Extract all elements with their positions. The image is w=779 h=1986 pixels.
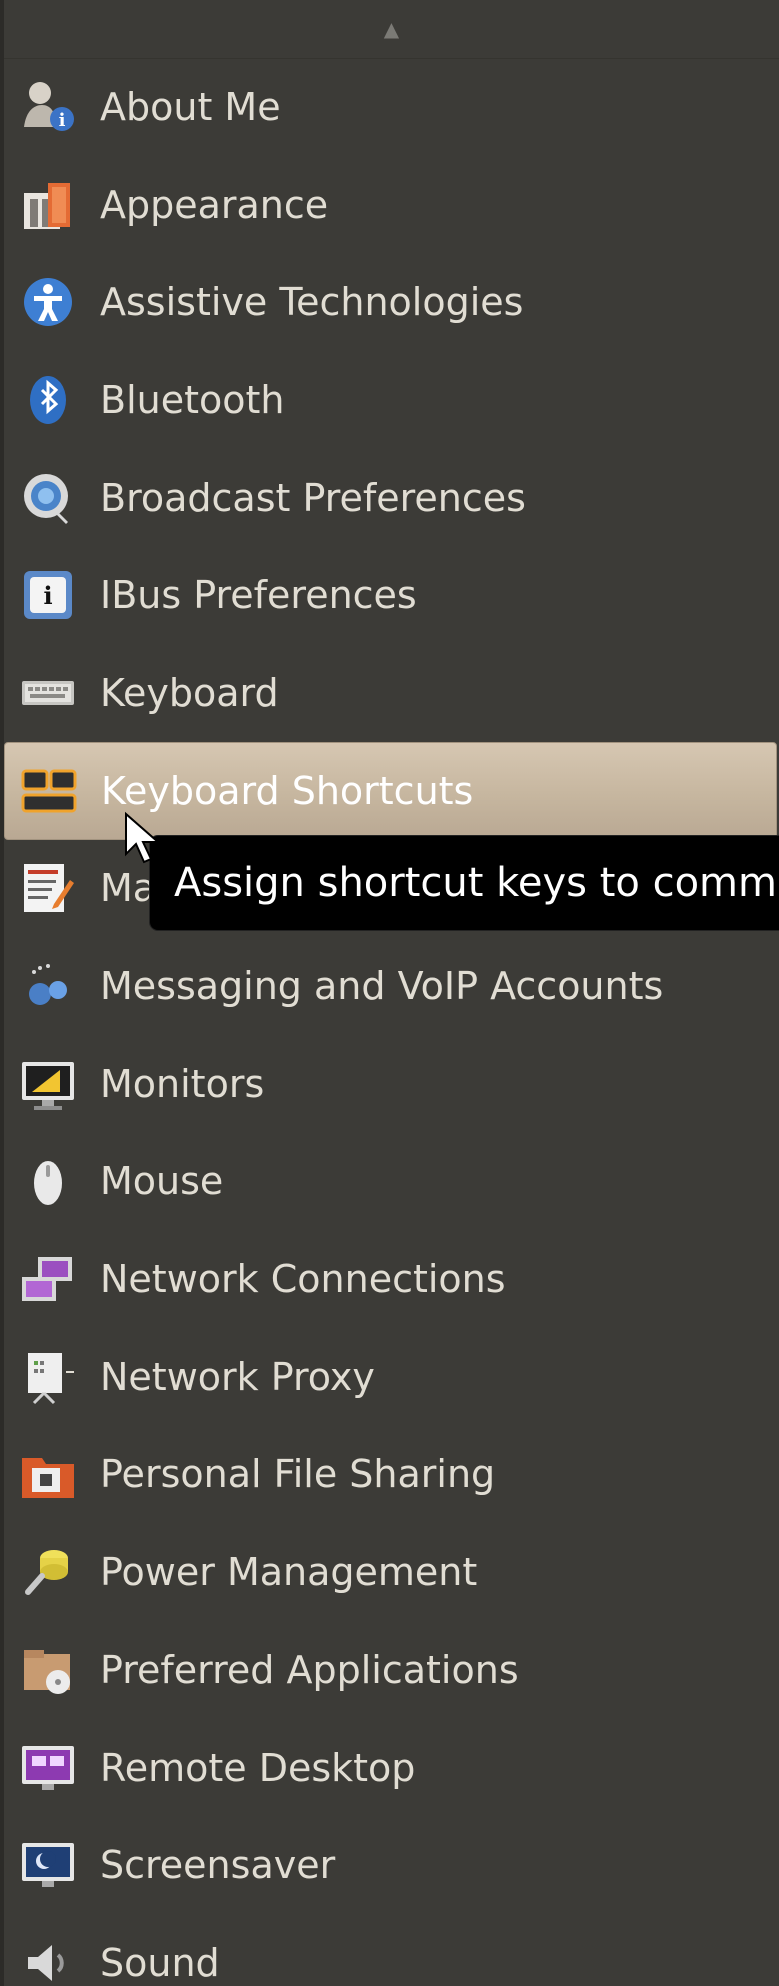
bluetooth-icon <box>16 368 80 432</box>
menu-item-label: Keyboard <box>100 670 279 715</box>
remote-desktop-icon <box>16 1736 80 1800</box>
scroll-up-arrow[interactable]: ▲ <box>4 0 779 59</box>
menu-item-label: Messaging and VoIP Accounts <box>100 964 664 1009</box>
menu-item-sound[interactable]: Sound <box>4 1914 779 1986</box>
menu-item-label: Monitors <box>100 1061 265 1106</box>
menu-item-label: Power Management <box>100 1550 478 1595</box>
menu-item-personal-file-sharing[interactable]: Personal File Sharing <box>4 1426 779 1524</box>
file-sharing-icon <box>16 1442 80 1506</box>
menu-item-remote-desktop[interactable]: Remote Desktop <box>4 1719 779 1817</box>
menu-item-label: Preferred Applications <box>100 1647 519 1692</box>
power-icon <box>16 1540 80 1604</box>
mouse-icon <box>16 1149 80 1213</box>
menu-item-label: Remote Desktop <box>100 1745 416 1790</box>
menu-item-label: About Me <box>100 84 281 129</box>
menu-item-assistive-technologies[interactable]: Assistive Technologies <box>4 253 779 351</box>
menu-item-screensaver[interactable]: Screensaver <box>4 1816 779 1914</box>
menu-item-appearance[interactable]: Appearance <box>4 156 779 254</box>
screensaver-icon <box>16 1833 80 1897</box>
preferred-apps-icon <box>16 1638 80 1702</box>
menu-item-label: Assistive Technologies <box>100 280 524 325</box>
menu-item-label: Appearance <box>100 182 329 227</box>
svg-text:i: i <box>59 110 66 131</box>
menu-item-monitors[interactable]: Monitors <box>4 1035 779 1133</box>
menu-item-network-proxy[interactable]: Network Proxy <box>4 1328 779 1426</box>
menu-item-ibus-preferences[interactable]: i IBus Preferences <box>4 546 779 644</box>
menu-item-label: Sound <box>100 1940 220 1985</box>
user-info-icon: i <box>16 75 80 139</box>
menu-item-label: Screensaver <box>100 1843 336 1888</box>
menu-item-label: Ma <box>100 866 157 911</box>
menu-item-keyboard[interactable]: Keyboard <box>4 644 779 742</box>
network-connections-icon <box>16 1247 80 1311</box>
menu-item-network-connections[interactable]: Network Connections <box>4 1230 779 1328</box>
monitor-icon <box>16 1052 80 1116</box>
menu-item-label: Broadcast Preferences <box>100 475 526 520</box>
menu-item-messaging-voip-accounts[interactable]: Messaging and VoIP Accounts <box>4 937 779 1035</box>
mouse-cursor-icon <box>125 811 161 864</box>
sound-icon <box>16 1931 80 1986</box>
menu-item-about-me[interactable]: i About Me <box>4 58 779 156</box>
menu-item-label: Keyboard Shortcuts <box>101 768 474 813</box>
ibus-icon: i <box>16 563 80 627</box>
menu-item-keyboard-shortcuts[interactable]: Keyboard Shortcuts <box>4 741 777 840</box>
keyboard-shortcuts-icon <box>17 759 81 823</box>
menu-item-label: Network Connections <box>100 1257 506 1302</box>
tooltip: Assign shortcut keys to comma <box>150 836 779 930</box>
menu-item-mouse[interactable]: Mouse <box>4 1133 779 1231</box>
menu-item-label: Bluetooth <box>100 377 285 422</box>
broadcast-icon <box>16 466 80 530</box>
menu-item-broadcast-preferences[interactable]: Broadcast Preferences <box>4 449 779 547</box>
system-preferences-menu: ▲ i About Me Appearance Assistive Techno… <box>0 0 779 1986</box>
menu-item-label: IBus Preferences <box>100 573 417 618</box>
appearance-icon <box>16 173 80 237</box>
keyboard-icon <box>16 661 80 725</box>
menu-item-bluetooth[interactable]: Bluetooth <box>4 351 779 449</box>
svg-text:i: i <box>43 581 52 610</box>
menu-item-label: Personal File Sharing <box>100 1452 496 1497</box>
menu-item-power-management[interactable]: Power Management <box>4 1523 779 1621</box>
menu-item-preferred-applications[interactable]: Preferred Applications <box>4 1621 779 1719</box>
messaging-icon <box>16 954 80 1018</box>
network-proxy-icon <box>16 1345 80 1409</box>
accessibility-icon <box>16 270 80 334</box>
menu-items: i About Me Appearance Assistive Technolo… <box>4 58 779 1986</box>
menu-item-label: Network Proxy <box>100 1354 375 1399</box>
tooltip-text: Assign shortcut keys to comma <box>174 860 779 906</box>
menu-item-label: Mouse <box>100 1159 224 1204</box>
main-menu-icon <box>16 856 80 920</box>
